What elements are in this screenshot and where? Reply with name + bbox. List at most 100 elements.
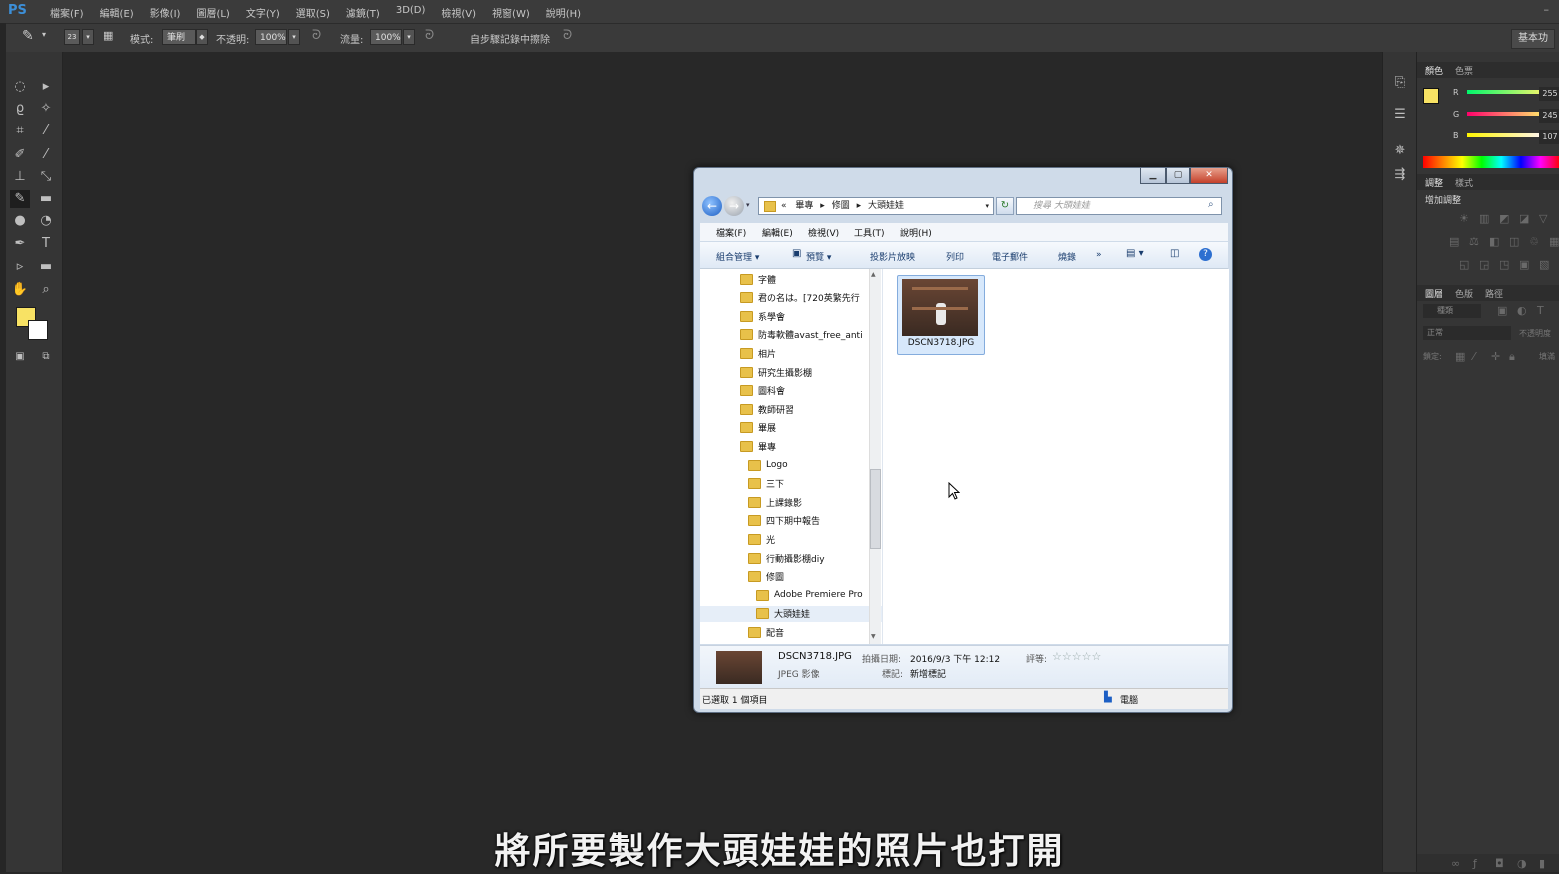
close-button[interactable]: ✕ (1190, 168, 1228, 184)
folder-item[interactable]: 行動攝影棚diy (748, 550, 825, 566)
folder-item[interactable]: 光 (748, 531, 775, 547)
menu-type[interactable]: 文字(Y) (238, 5, 288, 20)
folder-item[interactable]: 系學會 (740, 308, 785, 324)
date-taken-value[interactable]: 2016/9/3 下午 12:12 (910, 652, 1000, 665)
channel-mixer-icon[interactable]: ♲ (1529, 235, 1539, 248)
properties-panel-icon[interactable]: ☰ (1390, 106, 1410, 124)
address-dropdown-icon[interactable]: ▾ (985, 198, 989, 214)
folder-item[interactable]: 研究生攝影棚 (740, 364, 812, 380)
magic-wand-tool-icon[interactable]: ✧ (36, 100, 56, 118)
zoom-tool-icon[interactable]: ⌕ (36, 281, 56, 299)
tab-adjustments[interactable]: 調整 (1425, 176, 1443, 189)
quick-mask-icon[interactable]: ▣ (10, 348, 30, 366)
address-bar[interactable]: « 畢專 ▸ 修圖 ▸ 大頭娃娃 ▾ (758, 197, 994, 215)
folder-item[interactable]: 畢專 (740, 438, 776, 454)
menu-window[interactable]: 視窗(W) (484, 5, 538, 20)
folder-item[interactable]: 修圖 (748, 569, 784, 585)
more-commands-button[interactable]: » (1096, 250, 1102, 260)
shape-tool-icon[interactable]: ▬ (36, 258, 56, 276)
menu-tools[interactable]: 工具(T) (854, 226, 885, 239)
pen-tool-icon[interactable]: ✒ (10, 235, 30, 253)
pressure-size-icon[interactable]: ᘒ (563, 28, 572, 43)
opacity-dropdown-icon[interactable]: ▾ (288, 29, 300, 45)
back-button[interactable]: ← (702, 196, 722, 216)
recent-pages-dropdown[interactable]: ▾ (746, 201, 750, 209)
breadcrumb-item[interactable]: 修圖 (832, 201, 850, 211)
blue-slider[interactable] (1467, 133, 1547, 137)
workspace-button[interactable]: 基本功 (1511, 29, 1555, 49)
airbrush-icon[interactable]: ᘒ (425, 28, 434, 43)
folder-item[interactable]: Logo (748, 457, 788, 473)
hand-tool-icon[interactable]: ✋ (10, 281, 30, 299)
mode-select[interactable]: 筆刷 (162, 29, 196, 45)
folder-item[interactable]: 四下期中報告 (748, 513, 820, 529)
folder-item[interactable]: 圖科會 (740, 383, 785, 399)
tags-value[interactable]: 新增標記 (910, 667, 946, 680)
opacity-input[interactable]: 100% (255, 29, 287, 45)
breadcrumb-separator-icon[interactable]: ▸ (857, 201, 862, 211)
threshold-icon[interactable]: ◳ (1499, 258, 1509, 271)
marquee-tool-icon[interactable]: ◌ (10, 78, 30, 96)
breadcrumb-separator-icon[interactable]: ▸ (820, 201, 825, 211)
color-balance-icon[interactable]: ⚖ (1469, 235, 1479, 248)
nav-scrollbar[interactable]: ▲ ▼ (869, 269, 881, 644)
folder-item[interactable]: Adobe Premiere Pro (756, 587, 863, 603)
folder-item-selected[interactable]: 大頭娃娃 (700, 605, 882, 622)
help-icon[interactable]: ? (1199, 248, 1212, 261)
pressure-opacity-icon[interactable]: ᘒ (312, 28, 321, 43)
tab-swatches[interactable]: 色票 (1455, 64, 1473, 77)
slideshow-button[interactable]: 投影片放映 (870, 250, 915, 263)
red-slider[interactable] (1467, 90, 1547, 94)
blue-value[interactable]: 107 (1539, 130, 1559, 144)
history-brush-tool-icon[interactable]: ⤡ (36, 168, 56, 186)
menu-select[interactable]: 選取(S) (288, 5, 338, 20)
menu-view[interactable]: 檢視(V) (433, 5, 484, 20)
file-item[interactable]: DSCN3718.JPG (897, 275, 985, 355)
photo-filter-icon[interactable]: ◫ (1509, 235, 1519, 248)
lock-move-icon[interactable]: ✛ (1491, 350, 1500, 363)
folder-item[interactable]: 三下 (748, 476, 784, 492)
menu-3d[interactable]: 3D(D) (388, 5, 434, 20)
red-value[interactable]: 255 (1539, 87, 1559, 101)
levels-icon[interactable]: ▥ (1479, 212, 1489, 225)
organize-button[interactable]: 組合管理 ▾ (716, 250, 759, 263)
flow-input[interactable]: 100% (370, 29, 402, 45)
tool-preset-dropdown[interactable]: ▾ (42, 30, 46, 39)
preview-pane-icon[interactable]: ◫ (1170, 248, 1179, 259)
folder-item[interactable]: 上課錄影 (748, 494, 802, 510)
curves-icon[interactable]: ◩ (1499, 212, 1509, 225)
crop-tool-icon[interactable]: ⌗ (10, 122, 30, 140)
bw-icon[interactable]: ◧ (1489, 235, 1499, 248)
forward-button[interactable]: → (724, 196, 744, 216)
rating-stars[interactable]: ☆☆☆☆☆ (1052, 650, 1101, 663)
scroll-up-icon[interactable]: ▲ (871, 271, 876, 278)
search-input[interactable]: 搜尋 大頭娃娃 (1016, 197, 1222, 215)
folder-item[interactable]: 教師研習 (740, 401, 794, 417)
folder-item[interactable]: 相片 (740, 345, 776, 361)
tab-styles[interactable]: 樣式 (1455, 176, 1473, 189)
clone-stamp-tool-icon[interactable]: ⊥ (10, 168, 30, 186)
menu-filter[interactable]: 濾鏡(T) (338, 5, 388, 20)
brush-panel-icon[interactable]: ▦ (103, 29, 113, 42)
flow-dropdown-icon[interactable]: ▾ (403, 29, 415, 45)
menu-layer[interactable]: 圖層(L) (188, 5, 237, 20)
tab-layers[interactable]: 圖層 (1425, 287, 1443, 300)
brush-size-picker[interactable]: 23 (64, 29, 80, 45)
folder-item[interactable]: 君の名は。[720英繁先行 (740, 290, 860, 306)
menu-file[interactable]: 檔案(F) (716, 226, 746, 239)
minimize-icon[interactable]: – (1544, 3, 1550, 16)
lock-brush-icon[interactable]: ⁄ (1473, 350, 1475, 363)
menu-help[interactable]: 說明(H) (900, 226, 932, 239)
eraser-tool-icon[interactable]: ✎ (10, 190, 30, 208)
blur-tool-icon[interactable]: ● (10, 212, 30, 230)
scrollbar-thumb[interactable] (870, 469, 881, 549)
history-panel-icon[interactable]: ⎘ (1390, 74, 1410, 92)
burn-button[interactable]: 燒錄 (1058, 250, 1076, 263)
tab-paths[interactable]: 路徑 (1485, 287, 1503, 300)
eraser-tool-icon[interactable]: ✎ (22, 28, 34, 44)
breadcrumb-item[interactable]: 畢專 (795, 201, 813, 211)
minimize-button[interactable]: ▁ (1140, 168, 1166, 184)
filter-image-icon[interactable]: ▣ (1497, 304, 1507, 317)
folder-item[interactable]: 畢展 (740, 420, 776, 436)
mode-dropdown-icon[interactable]: ◆ (196, 29, 208, 45)
